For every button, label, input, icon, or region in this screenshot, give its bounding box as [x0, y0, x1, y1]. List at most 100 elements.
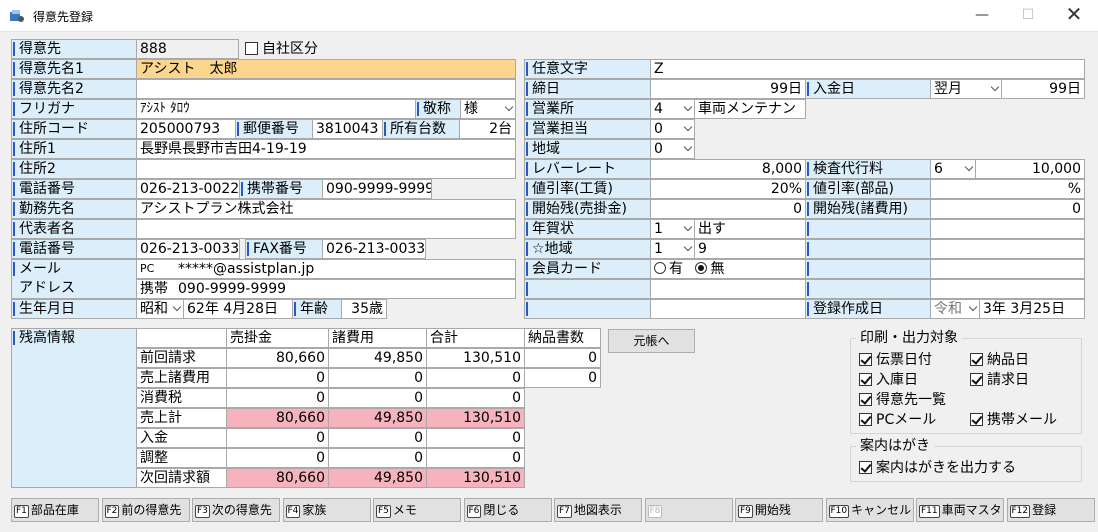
fkey-f1-button[interactable]: F1 部品在庫: [11, 498, 99, 522]
free-text-field[interactable]: Z: [650, 59, 1085, 79]
balance-cell: 0: [426, 428, 525, 448]
maximize-button[interactable]: ☐: [1005, 0, 1051, 32]
postcard-checkbox[interactable]: 案内はがきを出力する: [859, 459, 1016, 477]
blank-field-2[interactable]: [930, 239, 1085, 259]
payment-month-select[interactable]: 翌月: [930, 79, 1002, 99]
fkey-label: キャンセル: [851, 503, 912, 517]
window-title: 得意先登録: [33, 10, 94, 24]
app-icon: [10, 10, 24, 22]
inspect-select[interactable]: 6: [930, 159, 976, 179]
blank-field-6[interactable]: [650, 299, 806, 319]
fkey-badge: F1: [14, 505, 29, 518]
close-button[interactable]: ✕: [1051, 0, 1097, 32]
sales-label: 営業担当: [524, 119, 651, 139]
balance-cell: 130,510: [426, 348, 525, 368]
member-yes-radio[interactable]: 有: [654, 261, 683, 277]
fkey-f12-button[interactable]: F12 登録: [1006, 498, 1095, 522]
address2-field[interactable]: [136, 159, 516, 179]
fkey-f5-button[interactable]: F5 メモ: [373, 498, 461, 522]
member-label: 会員カード: [524, 259, 651, 279]
blank-field-1[interactable]: [930, 219, 1085, 239]
units-field[interactable]: 2台: [459, 119, 516, 139]
fkey-f11-button[interactable]: F11 車両マスタ: [916, 498, 1004, 522]
address-code-field[interactable]: 205000793: [136, 119, 236, 139]
fkey-label: 車両マスタ: [941, 503, 1002, 517]
print-checkbox[interactable]: 請求日: [970, 371, 1029, 389]
balance-cell: 49,850: [328, 348, 427, 368]
star-area-label: ☆地域: [524, 239, 651, 259]
print-checkbox[interactable]: 納品日: [970, 351, 1029, 369]
fkey-badge: F4: [285, 505, 301, 518]
inspect-fee-field[interactable]: 10,000: [975, 159, 1085, 179]
fax-label: FAX番号: [245, 239, 323, 259]
kana-field[interactable]: ｱｼｽﾄ ﾀﾛｳ: [136, 99, 416, 119]
nenga-select[interactable]: 1: [650, 219, 695, 239]
checkbox-checked-icon: [970, 413, 983, 426]
balance-row-label: 調整: [136, 448, 227, 468]
address1-field[interactable]: 長野県長野市吉田4-19-19: [136, 139, 516, 159]
fkey-f2-button[interactable]: F2 前の得意先: [101, 498, 190, 522]
phone2-field[interactable]: 026-213-0033: [136, 239, 240, 259]
payment-day-field[interactable]: 99日: [1001, 79, 1085, 99]
fkey-f7-button[interactable]: F7 地図表示: [554, 498, 642, 522]
balance-cell: 130,510: [426, 408, 525, 428]
balance-cell: 0: [226, 428, 329, 448]
disc-parts-field[interactable]: %: [930, 179, 1085, 199]
code-field[interactable]: 888: [136, 39, 239, 59]
employer-label: 勤務先名: [11, 199, 137, 219]
fkey-f9-button[interactable]: F9 開始残: [735, 498, 823, 522]
balance-cell: 0: [328, 388, 427, 408]
birth-date-field[interactable]: 62年 4月28日: [183, 299, 293, 319]
address2-label: 住所2: [11, 159, 137, 179]
print-checkbox[interactable]: 入庫日: [859, 371, 918, 389]
balance-cell: 49,850: [328, 468, 427, 488]
phone-field[interactable]: 026-213-0022: [136, 179, 240, 199]
balance-row-label: 入金: [136, 428, 227, 448]
rep-field[interactable]: [136, 219, 516, 239]
mail-label: メール アドレス: [11, 259, 137, 299]
print-checkbox[interactable]: PCメール: [859, 411, 936, 429]
fkey-badge: F10: [828, 505, 850, 518]
fax-field[interactable]: 026-213-0033: [322, 239, 426, 259]
name1-field[interactable]: アシスト 太郎: [136, 59, 516, 79]
blank-field-4[interactable]: [650, 279, 806, 299]
sales-select[interactable]: 0: [650, 119, 695, 139]
open-misc-field[interactable]: 0: [930, 199, 1085, 219]
self-flag-checkbox[interactable]: 自社区分: [245, 40, 318, 58]
print-checkbox[interactable]: 携帯メール: [970, 411, 1057, 429]
fkey-f4-button[interactable]: F4 家族: [282, 498, 371, 522]
disc-labor-field[interactable]: 20%: [650, 179, 806, 199]
mobile-mail-field[interactable]: 090-9999-9999: [175, 279, 516, 299]
labor-rate-field[interactable]: 8,000: [650, 159, 806, 179]
checkbox-checked-icon: [859, 373, 872, 386]
fkey-f10-button[interactable]: F10 キャンセル: [825, 498, 914, 522]
code-label: 得意先: [11, 39, 137, 59]
postal-label: 郵便番号: [235, 119, 313, 139]
ledger-button[interactable]: 元帳へ: [608, 329, 695, 353]
print-target-title: 印刷・出力対象: [856, 327, 962, 347]
open-misc-label: 開始残(諸費用): [805, 199, 931, 219]
blank-field-3[interactable]: [930, 259, 1085, 279]
print-checkbox[interactable]: 伝票日付: [859, 351, 932, 369]
disc-parts-label: 値引率(部品): [805, 179, 931, 199]
office-select[interactable]: 4: [650, 99, 695, 119]
area-select[interactable]: 0: [650, 139, 695, 159]
minimize-button[interactable]: —: [959, 0, 1005, 32]
fkey-f3-button[interactable]: F3 次の得意先: [192, 498, 280, 522]
pc-mail-field[interactable]: *****@assistplan.jp: [175, 259, 516, 279]
name2-field[interactable]: [136, 79, 516, 99]
open-ar-field[interactable]: 0: [650, 199, 806, 219]
chevron-down-icon: [991, 84, 999, 92]
postal-field[interactable]: 3810043: [312, 119, 383, 139]
employer-field[interactable]: アシストプラン株式会社: [136, 199, 516, 219]
blank-field-5[interactable]: [930, 279, 1085, 299]
honorific-label: 敬称: [415, 99, 461, 119]
honorific-select[interactable]: 様: [460, 99, 516, 119]
member-no-radio[interactable]: 無: [695, 261, 724, 277]
fkey-f6-button[interactable]: F6 閉じる: [463, 498, 552, 522]
print-checkbox[interactable]: 得意先一覧: [859, 391, 946, 409]
mobile-field[interactable]: 090-9999-9999: [322, 179, 432, 199]
closing-field[interactable]: 99日: [650, 79, 806, 99]
birth-era-select[interactable]: 昭和: [136, 299, 184, 319]
star-area-select[interactable]: 1: [650, 239, 695, 259]
